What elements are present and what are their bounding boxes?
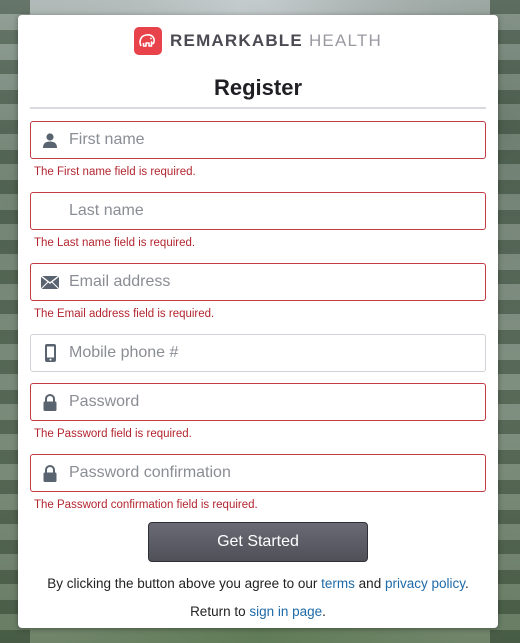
agreement-prefix: By clicking the button above you agree t… bbox=[47, 576, 318, 591]
user-icon bbox=[31, 121, 69, 159]
privacy-policy-link[interactable]: privacy policy bbox=[385, 576, 465, 591]
first-name-field-wrapper bbox=[30, 121, 486, 159]
first-name-input[interactable] bbox=[69, 123, 485, 157]
register-form: The First name field is required. The La… bbox=[30, 121, 486, 619]
return-prefix: Return to bbox=[190, 604, 246, 619]
return-suffix: . bbox=[322, 604, 326, 619]
agreement-and: and bbox=[358, 576, 382, 591]
submit-row: Get Started bbox=[30, 522, 486, 562]
password-confirmation-error: The Password confirmation field is requi… bbox=[34, 499, 258, 511]
password-confirmation-input[interactable] bbox=[69, 456, 485, 490]
password-field-wrapper bbox=[30, 383, 486, 421]
agreement-suffix: . bbox=[465, 576, 469, 591]
lock-icon bbox=[31, 383, 69, 421]
email-field-wrapper bbox=[30, 263, 486, 301]
brand-name-strong: REMARKABLE bbox=[170, 31, 303, 50]
last-name-error: The Last name field is required. bbox=[34, 237, 196, 249]
last-name-input[interactable] bbox=[69, 194, 485, 228]
password-error: The Password field is required. bbox=[34, 428, 192, 440]
envelope-icon bbox=[31, 263, 69, 301]
get-started-button[interactable]: Get Started bbox=[148, 522, 368, 562]
lock-icon bbox=[31, 454, 69, 492]
agreement-text: By clicking the button above you agree t… bbox=[30, 576, 486, 591]
phone-icon bbox=[31, 334, 69, 372]
last-name-field-wrapper bbox=[30, 192, 486, 230]
sign-in-page-link[interactable]: sign in page bbox=[249, 604, 322, 619]
password-input[interactable] bbox=[69, 385, 485, 419]
register-card: REMARKABLE HEALTH Register The First nam… bbox=[18, 15, 498, 628]
first-name-error: The First name field is required. bbox=[34, 166, 196, 178]
email-error: The Email address field is required. bbox=[34, 308, 215, 320]
brand-logo: REMARKABLE HEALTH bbox=[30, 27, 486, 55]
terms-link[interactable]: terms bbox=[321, 576, 355, 591]
email-input[interactable] bbox=[69, 265, 485, 299]
elephant-logo-icon bbox=[134, 27, 163, 55]
mobile-phone-field-wrapper bbox=[30, 334, 486, 372]
brand-name-light: HEALTH bbox=[308, 31, 382, 50]
password-confirmation-field-wrapper bbox=[30, 454, 486, 492]
page-title: Register bbox=[30, 75, 486, 109]
blank-icon bbox=[31, 192, 69, 230]
mobile-phone-input[interactable] bbox=[69, 336, 485, 370]
return-text: Return to sign in page. bbox=[30, 604, 486, 619]
